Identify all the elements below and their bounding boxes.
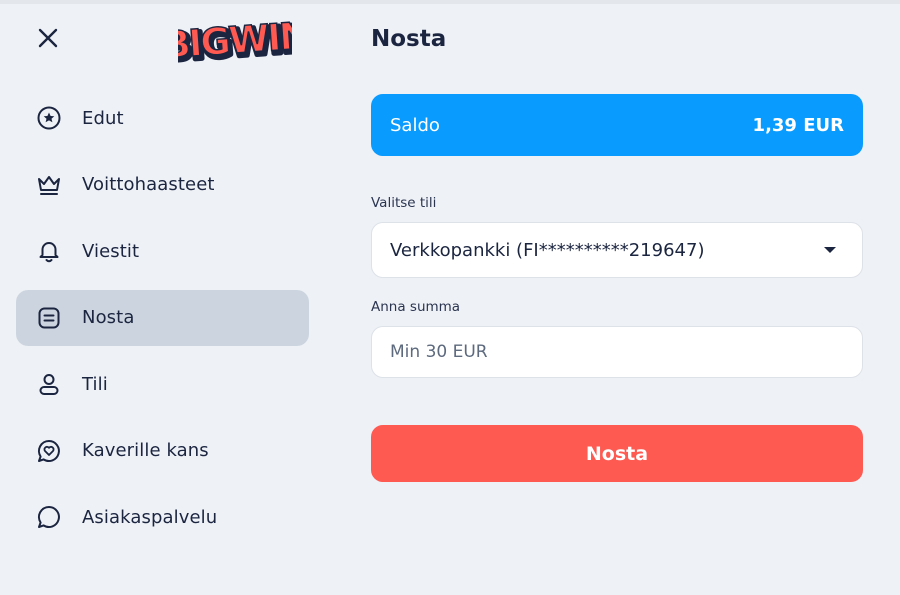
sidebar-item-edut[interactable]: Edut [16, 90, 309, 146]
star-badge-icon [36, 105, 62, 131]
top-divider [0, 0, 900, 4]
balance-label: Saldo [390, 114, 440, 136]
sidebar-item-voittohaasteet[interactable]: Voittohaasteet [16, 157, 309, 213]
account-select-label: Valitse tili [371, 195, 437, 211]
balance-card: Saldo 1,39 EUR [371, 94, 863, 156]
user-icon [36, 371, 62, 397]
close-icon[interactable] [36, 26, 60, 50]
withdraw-button[interactable]: Nosta [371, 425, 863, 482]
sidebar-item-label: Asiakaspalvelu [82, 506, 218, 528]
bigwin-logo[interactable]: BIGWIN BIGWIN [160, 10, 314, 72]
heart-chat-icon [36, 438, 62, 464]
sidebar-item-label: Kaverille kans [82, 440, 209, 461]
sidebar-nav: Edut Voittohaasteet Viestit Nosta Tili K… [16, 90, 309, 556]
sidebar-item-tili[interactable]: Tili [16, 356, 309, 412]
bell-icon [36, 238, 62, 264]
svg-text:BIGWIN: BIGWIN [178, 14, 292, 64]
sidebar-item-label: Tili [82, 373, 108, 395]
account-select[interactable]: Verkkopankki (FI**********219647) [371, 222, 863, 278]
sidebar-item-nosta[interactable]: Nosta [16, 289, 309, 346]
sidebar-item-asiakaspalvelu[interactable]: Asiakaspalvelu [16, 489, 309, 545]
sidebar-item-kaverille-kans[interactable]: Kaverille kans [16, 423, 309, 479]
amount-field-label: Anna summa [371, 299, 461, 315]
crown-icon [36, 172, 62, 198]
chat-bubble-icon [36, 504, 62, 530]
sidebar-item-label: Nosta [82, 307, 135, 328]
caret-down-icon[interactable] [824, 247, 836, 253]
sidebar-item-label: Edut [82, 107, 124, 129]
sidebar-item-label: Viestit [82, 240, 140, 262]
account-select-value: Verkkopankki (FI**********219647) [390, 239, 705, 261]
sidebar-item-label: Voittohaasteet [82, 174, 215, 195]
withdraw-icon [36, 305, 62, 331]
amount-input[interactable] [371, 326, 863, 378]
balance-amount: 1,39 EUR [752, 114, 844, 136]
sidebar-item-viestit[interactable]: Viestit [16, 223, 309, 279]
page-title: Nosta [371, 26, 447, 52]
